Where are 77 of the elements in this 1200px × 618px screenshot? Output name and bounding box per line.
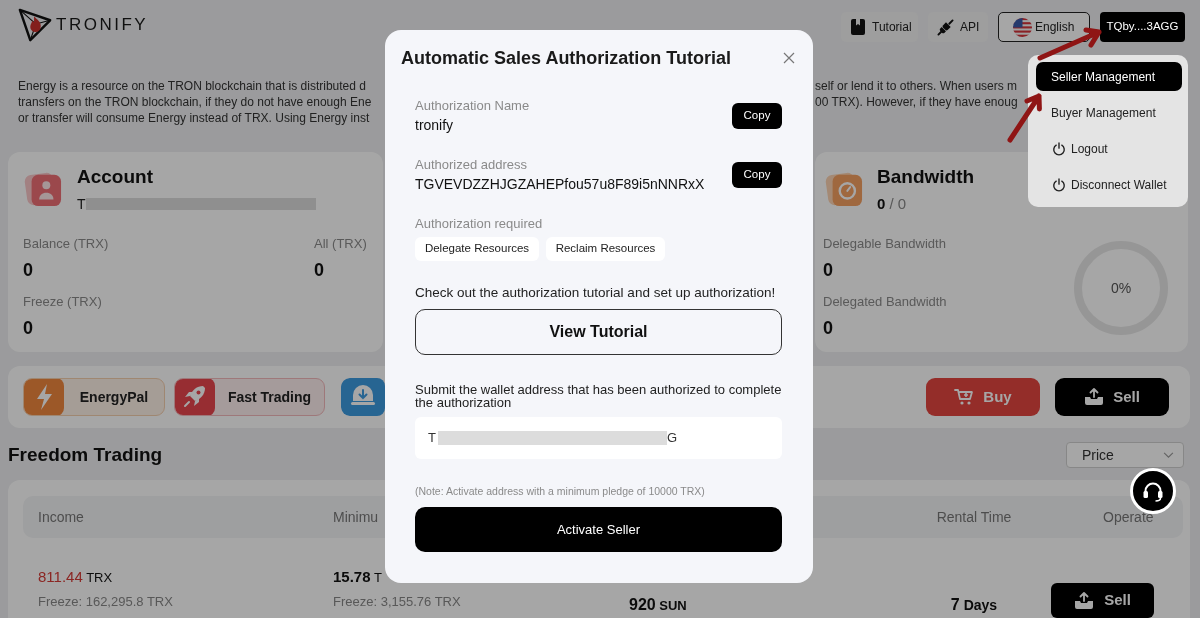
freeze-amount: Freeze: 162,295.8 TRX — [38, 594, 173, 610]
column-header: Rental Time — [936, 509, 1012, 525]
stat-label: Freeze (TRX) — [23, 294, 102, 310]
permission-tag: Reclaim Resources — [546, 237, 665, 261]
rocket-icon — [175, 379, 215, 415]
field-label: Authorized address — [415, 157, 527, 173]
stat-label: All (TRX) — [314, 236, 367, 252]
intro-text: 00 TRX). However, if they have enoug — [815, 94, 1018, 110]
menu-item[interactable]: Disconnect Wallet — [1036, 170, 1182, 199]
menu-item[interactable]: Seller Management — [1036, 62, 1182, 91]
stat-label: Delegable Bandwidth — [823, 236, 946, 252]
gauge-icon — [825, 170, 863, 208]
wallet-button[interactable]: TQby....3AGG — [1100, 12, 1185, 42]
sell-button[interactable]: Sell — [1055, 378, 1169, 416]
bandwidth-usage: 0 / 0 — [877, 195, 907, 213]
support-button[interactable] — [1130, 468, 1176, 514]
caret-icon — [1163, 451, 1174, 459]
stat-label: Balance (TRX) — [23, 236, 109, 252]
book-icon — [851, 19, 865, 35]
field-label: Authorization required — [415, 216, 544, 232]
stat-value: 0 — [23, 317, 33, 339]
submit-prompt: Submit the wallet address that has been authorized to complete the authorization — [415, 383, 782, 409]
quick-action-button[interactable] — [341, 378, 385, 416]
logo-icon — [18, 8, 52, 42]
intro-text: Energy is a resource on the TRON blockchain that is distributed d — [18, 78, 366, 94]
stat-value: 0 — [23, 259, 33, 281]
close-button[interactable] — [783, 52, 795, 64]
stat-value: 0 — [823, 259, 833, 281]
modal-title: Automatic Sales Authorization Tutorial — [401, 47, 732, 70]
section-title: Freedom Trading — [8, 443, 163, 467]
intro-text: self or lend it to others. When users m — [815, 78, 1018, 94]
intro-text: or transfer will consume Energy instead of TRX. Using Energy inst — [18, 110, 370, 126]
flag-icon — [1013, 17, 1032, 37]
tutorial-prompt: Check out the authorization tutorial and set up authorization! — [415, 284, 777, 302]
lightning-icon — [24, 379, 64, 415]
column-header: Income — [38, 509, 84, 525]
permission-tag: Delegate Resources — [415, 237, 539, 261]
plug-icon — [937, 18, 954, 36]
stat-value: 0 — [314, 259, 324, 281]
upload-tray-icon — [1084, 388, 1105, 406]
card-title: Bandwidth — [877, 165, 975, 189]
field-value: TGVEVDZZHJGZAHEPfou57u8F89i5nNNRxX — [415, 175, 705, 193]
column-header: Minimu — [333, 509, 379, 525]
column-header: Operate — [1103, 509, 1154, 525]
card-title: Account — [77, 165, 153, 189]
minimum-amount: 15.78 T — [333, 569, 382, 586]
account-icon — [24, 170, 62, 208]
gauge-reading: 0% — [1110, 279, 1132, 296]
power-icon — [1052, 141, 1066, 156]
copy-button[interactable]: Copy — [732, 162, 782, 188]
rental-time-value: 7 Days — [950, 597, 998, 613]
power-icon — [1052, 177, 1066, 192]
language-button[interactable]: English — [998, 12, 1090, 42]
logo-text: TRONIFY — [56, 14, 149, 36]
stat-value: 0 — [823, 317, 833, 339]
sort-select[interactable]: Price — [1066, 442, 1184, 468]
close-icon — [783, 52, 795, 64]
copy-button[interactable]: Copy — [732, 103, 782, 129]
note-text: (Note: Activate address with a minimum pledge of 10000 TRX) — [415, 484, 706, 498]
cart-icon — [954, 388, 975, 406]
upload-tray-icon — [1074, 591, 1095, 610]
field-value: tronify — [415, 116, 454, 134]
menu-item[interactable]: Buyer Management — [1036, 98, 1182, 127]
intro-text: transfers on the TRON blockchain, if they do not have enough Ene — [18, 94, 372, 110]
quick-action-button[interactable]: EnergyPal — [23, 378, 165, 416]
stat-label: Delegated Bandwidth — [823, 294, 947, 310]
menu-item[interactable]: Logout — [1036, 134, 1182, 163]
sell-button[interactable]: Sell — [1051, 583, 1154, 618]
view-tutorial-button[interactable]: View Tutorial — [415, 309, 782, 355]
price-value: 920 SUN — [629, 598, 687, 613]
income-amount: 811.44 TRX — [38, 569, 113, 586]
activate-seller-button[interactable]: Activate Seller — [415, 507, 782, 552]
account-address: T — [77, 195, 86, 213]
freeze-amount: Freeze: 3,155.76 TRX — [333, 594, 461, 610]
wallet-address-input[interactable]: T G — [415, 417, 782, 459]
field-label: Authorization Name — [415, 98, 530, 114]
quick-action-button[interactable]: Fast Trading — [174, 378, 325, 416]
